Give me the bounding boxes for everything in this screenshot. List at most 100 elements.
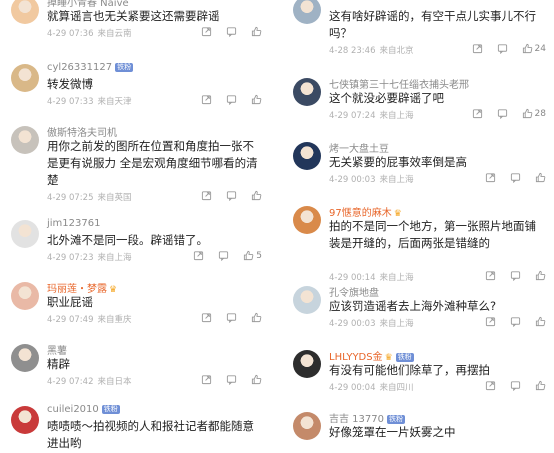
avatar[interactable] xyxy=(11,282,39,310)
share-icon[interactable] xyxy=(472,108,483,119)
comment-meta: 4-29 07:25 来自英国 xyxy=(47,191,132,203)
share-icon[interactable] xyxy=(201,94,212,105)
like-count: 5 xyxy=(256,250,262,261)
share-icon[interactable] xyxy=(201,312,212,323)
comment-actions: 28 xyxy=(472,108,546,119)
comment-icon[interactable] xyxy=(226,94,237,105)
like-icon[interactable]: 24 xyxy=(522,43,546,54)
comment-text: 转发微博 xyxy=(47,77,93,91)
avatar[interactable] xyxy=(11,406,39,434)
comment-meta: 4-29 00:04 来自四川 xyxy=(329,381,414,393)
comment-item: 掉睡小青春 Naive 就算谣言也无关紧要这还需要辟谣 4-29 07:36 来自云南 xyxy=(0,0,270,54)
commenter-name[interactable]: 97惬意的麻木 ♛ xyxy=(329,204,402,219)
like-icon[interactable]: 28 xyxy=(522,108,546,119)
comment-icon[interactable] xyxy=(226,26,237,37)
like-icon[interactable]: 5 xyxy=(243,250,262,261)
avatar[interactable] xyxy=(293,206,321,234)
avatar[interactable] xyxy=(293,350,321,378)
comment-time: 4-29 07:23 xyxy=(47,253,94,263)
commenter-name[interactable]: jim123761 xyxy=(47,218,100,229)
commenter-name[interactable]: 玛丽莲・梦露 ♛ xyxy=(47,280,117,295)
share-icon[interactable] xyxy=(485,316,496,327)
comment-text: 就算谣言也无关紧要这还需要辟谣 xyxy=(47,9,220,23)
commenter-name[interactable]: 烤一大盘土豆 xyxy=(329,140,389,155)
comment-item: 黑薯 精辟 4-29 07:42 来自日本 xyxy=(0,338,270,402)
like-icon[interactable] xyxy=(251,190,262,201)
like-icon[interactable] xyxy=(535,316,546,327)
commenter-name[interactable]: 吉吉 13770 铁粉 xyxy=(329,410,405,425)
like-icon[interactable] xyxy=(535,172,546,183)
commenter-name[interactable]: 孔令旗地盘 xyxy=(329,284,379,299)
like-icon[interactable] xyxy=(251,26,262,37)
comment-icon[interactable] xyxy=(226,312,237,323)
comment-meta: 4-29 00:03 来自上海 xyxy=(329,317,414,329)
comment-icon[interactable] xyxy=(510,172,521,183)
comment-meta: 4-29 00:03 来自上海 xyxy=(329,173,414,185)
like-count: 24 xyxy=(534,43,546,54)
avatar[interactable] xyxy=(293,0,321,24)
comment-icon[interactable] xyxy=(497,108,508,119)
commenter-name[interactable]: 七侠镇第三十七任缁衣捕头老邢 xyxy=(329,76,469,91)
comment-icon[interactable] xyxy=(226,190,237,201)
comment-item: 97惬意的麻木 ♛ 拍的不是同一个地方，第一张照片地面铺装是开缝的，后面两张是错缝的… xyxy=(282,200,554,283)
commenter-name[interactable]: 黑薯 xyxy=(47,342,67,357)
share-icon[interactable] xyxy=(201,374,212,385)
commenter-name-text: cuilei2010 xyxy=(47,404,99,415)
avatar[interactable] xyxy=(293,142,321,170)
comment-actions xyxy=(485,172,546,183)
comment-location: 来自上海 xyxy=(379,175,414,185)
comment-text: 这有啥好辟谣的，有空干点儿实事儿不行吗？ xyxy=(329,9,536,40)
share-icon[interactable] xyxy=(201,26,212,37)
like-icon[interactable] xyxy=(251,374,262,385)
comment-location: 来自云南 xyxy=(97,29,132,39)
like-icon[interactable] xyxy=(251,312,262,323)
share-icon[interactable] xyxy=(485,172,496,183)
avatar[interactable] xyxy=(11,126,39,154)
comment-location: 来自天津 xyxy=(97,97,132,107)
comment-item: 傲斯特洛夫司机 用你之前发的图所在位置和角度拍一张不是更有说服力 全是宏观角度细节… xyxy=(0,120,270,203)
comment-text: 无关紧要的屁事效率倒是高 xyxy=(329,155,467,169)
like-count: 28 xyxy=(534,108,546,119)
avatar[interactable] xyxy=(11,0,39,24)
commenter-name[interactable]: cuilei2010 铁粉 xyxy=(47,404,120,415)
comment-location: 来自重庆 xyxy=(97,315,132,325)
commenter-name[interactable]: LHLYYDS金 ♛ 铁粉 xyxy=(329,348,414,363)
comment-actions xyxy=(201,26,262,37)
avatar[interactable] xyxy=(11,64,39,92)
share-icon[interactable] xyxy=(193,250,204,261)
comment-item: 吉吉 13770 铁粉 好像笼罩在一片妖雾之中 xyxy=(282,406,554,453)
comment-icon[interactable] xyxy=(510,316,521,327)
share-icon[interactable] xyxy=(201,190,212,201)
commenter-name[interactable]: 傲斯特洛夫司机 xyxy=(47,124,117,139)
comment-meta: 4-28 23:46 来自北京 xyxy=(329,44,414,56)
comment-text: 用你之前发的图所在位置和角度拍一张不是更有说服力 全是宏观角度细节哪看的清楚 xyxy=(47,139,258,187)
comment-text: 有没有可能他们除草了，再摆拍 xyxy=(329,363,490,377)
comment-time: 4-29 07:49 xyxy=(47,315,94,325)
comment-icon[interactable] xyxy=(510,380,521,391)
avatar[interactable] xyxy=(293,412,321,440)
avatar[interactable] xyxy=(11,220,39,248)
avatar[interactable] xyxy=(293,78,321,106)
comment-icon[interactable] xyxy=(218,250,229,261)
comment-meta: 4-29 07:33 来自天津 xyxy=(47,95,132,107)
share-icon[interactable] xyxy=(485,380,496,391)
like-icon[interactable] xyxy=(535,380,546,391)
comment-icon[interactable] xyxy=(497,43,508,54)
avatar[interactable] xyxy=(293,286,321,314)
comment-time: 4-29 07:36 xyxy=(47,29,94,39)
comment-item: cyl26331127 铁粉 转发微博 4-29 07:33 来自天津 xyxy=(0,58,270,122)
comment-location: 来自四川 xyxy=(379,383,414,393)
share-icon[interactable] xyxy=(472,43,483,54)
comment-time: 4-29 00:03 xyxy=(329,175,376,185)
comment-actions xyxy=(201,374,262,385)
comment-text: 拍的不是同一个地方，第一张照片地面铺装是开缝的，后面两张是错缝的 xyxy=(329,219,536,250)
comment-location: 来自英国 xyxy=(97,193,132,203)
commenter-name[interactable]: cyl26331127 铁粉 xyxy=(47,62,134,73)
avatar[interactable] xyxy=(11,344,39,372)
like-icon[interactable] xyxy=(251,94,262,105)
comment-actions: 24 xyxy=(472,43,546,54)
comment-meta: 4-29 07:49 来自重庆 xyxy=(47,313,132,325)
comment-time: 4-29 07:42 xyxy=(47,377,94,387)
comment-actions xyxy=(485,380,546,391)
comment-icon[interactable] xyxy=(226,374,237,385)
